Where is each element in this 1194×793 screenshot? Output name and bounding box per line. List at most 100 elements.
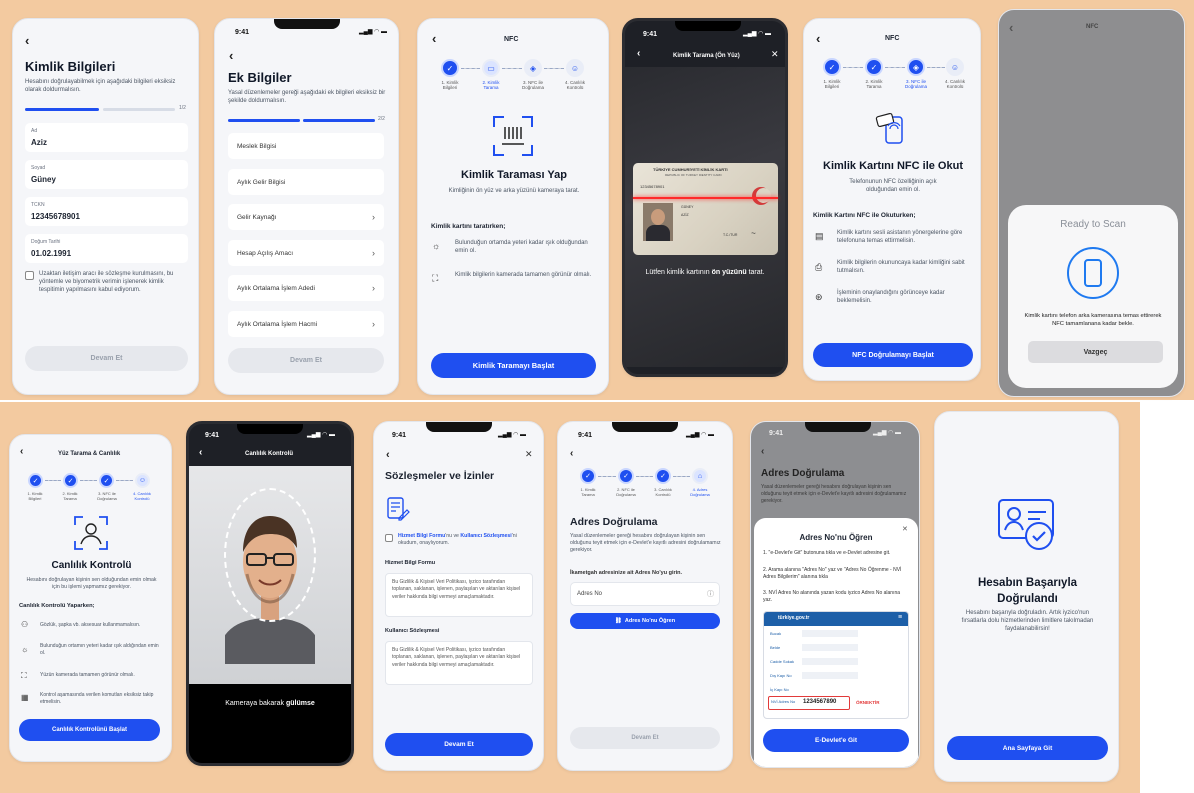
card-signature: ~ [751, 229, 756, 238]
consent-checkbox[interactable] [385, 534, 393, 542]
select-monthly-income[interactable]: Aylık Gelir Bilgisi [228, 169, 384, 195]
start-id-scan-button[interactable]: Kimlik Taramayı Başlat [431, 353, 596, 378]
form-row-label: Dış Kapı No [770, 673, 792, 678]
form-row-label: Belde [770, 645, 781, 650]
cancel-button[interactable]: Vazgeç [1028, 341, 1163, 363]
back-arrow-icon[interactable]: ‹ [816, 31, 820, 46]
page-description: Telefonunun NFC özelliğinin açık olduğun… [849, 179, 937, 194]
close-icon[interactable]: ✕ [771, 49, 779, 60]
face-frame-icon: ⛶ [21, 671, 27, 680]
status-icons: ▂▄▆ ◠ ▬ [873, 430, 902, 436]
tip-text: Kimlik bilgilerin okununcaya kadar kimli… [837, 260, 965, 275]
form-row-label: İç Kapı No [770, 687, 789, 692]
field-value: 01.02.1991 [31, 249, 72, 258]
step-2-done-icon: ✓ [618, 468, 634, 484]
user-agreement-link[interactable]: Kullanıcı Sözleşmesi [460, 533, 511, 539]
step-label: 3. NFC ile Doğrulama [904, 79, 927, 90]
start-liveness-button[interactable]: Canlılık Kontrolünü Başlat [19, 719, 160, 741]
step-label: 3. Canlılık Kontrolü [654, 487, 672, 497]
select-label: Meslek Bilgisi [237, 142, 277, 150]
field-value: 12345678901 [31, 212, 80, 221]
page-description: Hesabını doğrulayabilmek için aşağıdaki … [25, 79, 176, 94]
card-subtitle: REPUBLIC OF TURKEY IDENTITY CARD [665, 173, 722, 177]
section-title: Kimlik kartını taratırken; [431, 223, 506, 230]
back-arrow-icon[interactable]: ‹ [199, 447, 202, 458]
learn-address-no-button[interactable]: ⛓ Adres No'nu Öğren [570, 613, 720, 629]
phone-notch [805, 422, 871, 432]
nvi-value: 1234567890 [803, 699, 837, 705]
back-arrow-icon[interactable]: ‹ [432, 31, 436, 46]
select-monthly-transaction-volume[interactable]: Aylık Ortalama İşlem Hacmi › [228, 311, 384, 337]
header-title: Kimlik Tarama (Ön Yüz) [673, 53, 740, 59]
step-4-active-icon: ⌂ [692, 468, 708, 484]
status-time: 9:41 [392, 432, 407, 439]
step-connector [45, 480, 61, 481]
progress-bar-filled [25, 108, 99, 111]
caption-bold: gülümse [285, 700, 315, 707]
header-title: NFC [504, 36, 519, 43]
continue-button[interactable]: Devam Et [25, 346, 188, 371]
select-income-source[interactable]: Gelir Kaynağı › [228, 204, 384, 230]
back-arrow-icon[interactable]: ‹ [229, 48, 233, 63]
caption-text: tarat. [748, 269, 765, 276]
step-connector [927, 67, 945, 68]
back-arrow-icon[interactable]: ‹ [25, 33, 29, 48]
field-tckn[interactable]: TCKN 12345678901 [25, 197, 188, 226]
header-title: Canlılık Kontrolü [245, 451, 293, 457]
progress-label: 2/2 [378, 116, 385, 122]
address-no-input[interactable]: Adres No ⓘ [570, 582, 720, 606]
status-icons: ▂▄▆ ◠ ▬ [686, 432, 715, 438]
back-arrow-icon[interactable]: ‹ [386, 449, 390, 461]
field-value: Güney [31, 175, 56, 184]
screen-agreements: 9:41 ▂▄▆ ◠ ▬ ‹ ✕ Sözleşmeler ve İzinler … [373, 421, 544, 771]
form-row-field [802, 658, 858, 665]
service-form-document[interactable]: Bu Gizlilik & Kişisel Veri Politikası, i… [385, 573, 533, 617]
close-icon[interactable]: ✕ [525, 449, 533, 460]
continue-button[interactable]: Devam Et [385, 733, 533, 756]
phone-notch [274, 19, 340, 29]
page-title: Ek Bilgiler [228, 70, 292, 85]
go-to-edevlet-button[interactable]: E-Devlet'e Git [763, 729, 909, 752]
page-description: Hesabını doğrulayan kişinin sen olduğund… [26, 577, 157, 591]
sample-mark: ÖRNEKTİR [856, 700, 880, 705]
back-arrow-icon: ‹ [761, 446, 765, 457]
back-arrow-icon[interactable]: ‹ [20, 446, 23, 457]
scan-sheet: Ready to Scan Kimlik kartını telefon ark… [1008, 205, 1178, 388]
start-nfc-button[interactable]: NFC Doğrulamayı Başlat [813, 343, 973, 367]
step-label: 4. Canlılık Kontrolü [564, 80, 585, 91]
select-account-purpose[interactable]: Hesap Açılış Amacı › [228, 240, 384, 266]
bg-description: Yasal düzenlemeler gereği hesabını doğru… [761, 484, 907, 504]
back-arrow-icon[interactable]: ‹ [637, 48, 640, 59]
select-monthly-transaction-count[interactable]: Aylık Ortalama İşlem Adedi › [228, 275, 384, 301]
field-birth-date[interactable]: Doğum Tarihi 01.02.1991 [25, 234, 188, 263]
input-label: İkametgah adresinize ait Adres No'yu gir… [570, 570, 683, 576]
info-icon[interactable]: ⓘ [707, 589, 714, 599]
consent-checkbox[interactable] [25, 271, 34, 280]
liveness-caption: Kameraya bakarak gülümse [189, 700, 351, 708]
close-icon[interactable]: ✕ [902, 525, 908, 533]
step-label: 4. Canlılık Kontrolü [944, 79, 965, 90]
service-form-link[interactable]: Hizmet Bilgi Formu [398, 533, 445, 539]
tip-text: Kimlik kartını sesli asistanın yönergele… [837, 230, 963, 245]
go-home-button[interactable]: Ana Sayfaya Git [947, 736, 1108, 760]
field-last-name[interactable]: Soyad Güney [25, 160, 188, 189]
select-occupation[interactable]: Meslek Bilgisi [228, 133, 384, 159]
field-first-name[interactable]: Ad Aziz [25, 123, 188, 152]
continue-button[interactable]: Devam Et [228, 348, 384, 373]
consent-text: Hizmet Bilgi Formu'nu ve Kullanıcı Sözle… [398, 533, 536, 547]
caption-text: Kameraya bakarak [225, 700, 284, 707]
back-arrow-icon[interactable]: ‹ [570, 448, 573, 459]
doc-title: Kullanıcı Sözleşmesi [385, 628, 440, 634]
header-title: Yüz Tarama & Canlılık [58, 451, 121, 457]
continue-button[interactable]: Devam Et [570, 727, 720, 749]
page-title: Canlılık Kontrolü [51, 560, 132, 571]
chevron-right-icon: › [372, 248, 375, 258]
phone-notch [237, 424, 303, 434]
tip-text: Kimlik bilgilerin kamerada tamamen görün… [455, 272, 592, 278]
user-agreement-document[interactable]: Bu Gizlilik & Kişisel Veri Politikası, i… [385, 641, 533, 685]
nfc-phone-icon: ⎙ [815, 262, 823, 272]
caption-text: Lütfen kimlik kartının [645, 269, 710, 276]
screen-id-scan-intro: ‹ NFC ✓ ▭ ◈ ☺ 1. Kimlik Bilgileri 2. Kim… [417, 18, 609, 395]
step-label: 2. Kimlik Tarama [482, 80, 500, 91]
form-row-field [802, 630, 858, 637]
